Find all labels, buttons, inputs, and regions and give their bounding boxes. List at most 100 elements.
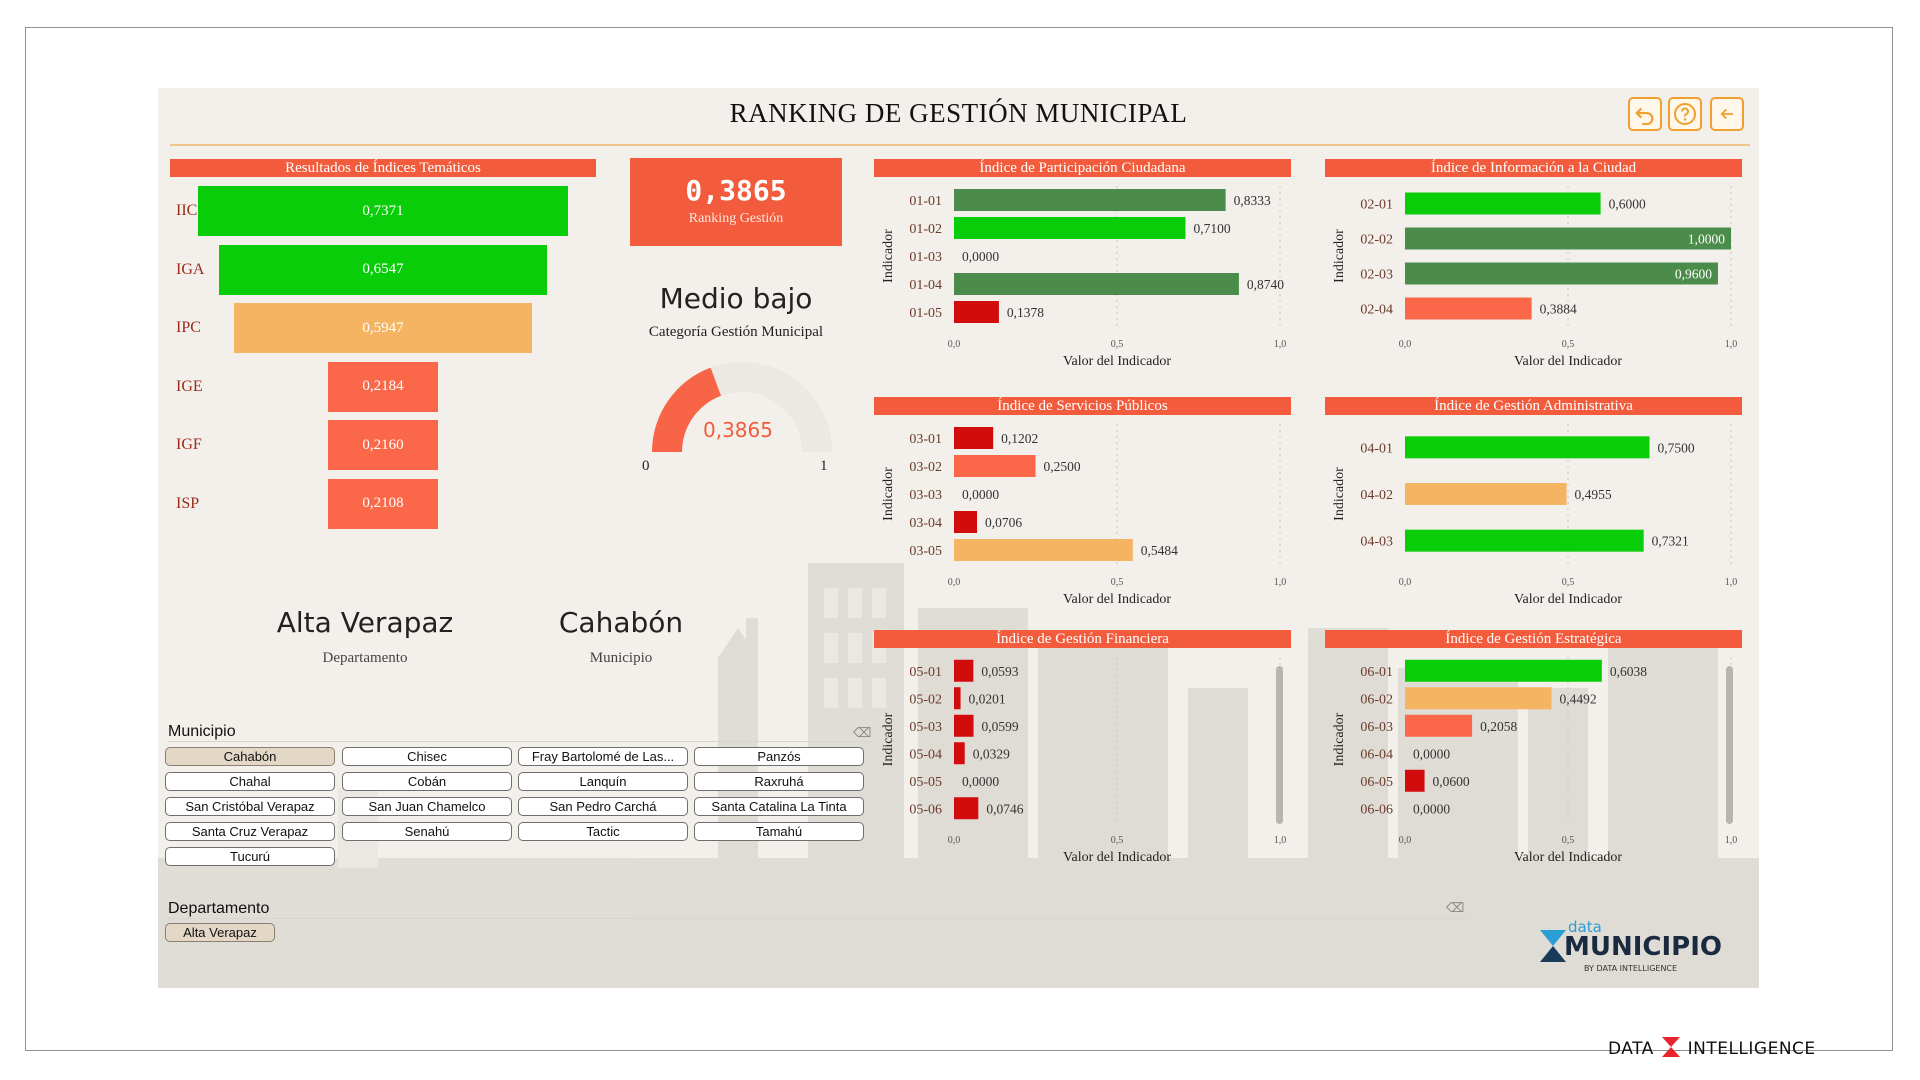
data-label-06-03: 0,2058	[1480, 719, 1517, 734]
category-tick: 03-03	[909, 488, 942, 503]
reset-button[interactable]	[1628, 97, 1662, 131]
chart-indice-de-servicios-publicos: Indicador 03-01 0,1202 03-02 0,2500 03-03 0,00…	[874, 414, 1291, 629]
municipio-clear-icon[interactable]: ⌫	[853, 725, 871, 741]
data-label-03-02: 0,2500	[1044, 459, 1081, 474]
municipio-option[interactable]: San Cristóbal Verapaz	[165, 797, 335, 816]
municipio-option[interactable]: Santa Catalina La Tinta	[694, 797, 864, 816]
back-button[interactable]	[1710, 97, 1744, 131]
financial-chart-scrollbar[interactable]	[1276, 666, 1283, 824]
bar-03-04[interactable]	[954, 511, 978, 533]
category-tick: 01-02	[909, 222, 942, 237]
data-label-01-02: 0,7100	[1193, 221, 1230, 236]
category-tick: 05-04	[909, 747, 942, 762]
data-label-01-05: 0,1378	[1007, 305, 1044, 320]
bar-04-01[interactable]	[1405, 436, 1650, 459]
bar-05-04[interactable]	[954, 742, 965, 765]
data-label-03-04: 0,0706	[985, 515, 1022, 530]
bar-06-03[interactable]	[1405, 714, 1473, 737]
x-tick: 0,5	[1562, 835, 1575, 846]
x-tick: 0,5	[1111, 577, 1124, 588]
municipio-option[interactable]: Tactic	[518, 822, 688, 841]
bar-06-01[interactable]	[1405, 659, 1602, 682]
departamento-slicer-title: Departamento	[168, 900, 270, 917]
department-name: Alta Verapaz	[276, 606, 454, 639]
y-axis-label: Indicador	[881, 467, 896, 521]
x-axis-label: Valor del Indicador	[1514, 354, 1622, 369]
back-arrow-icon	[1720, 108, 1733, 120]
bar-02-01[interactable]	[1405, 192, 1601, 215]
bar-06-02[interactable]	[1405, 687, 1552, 710]
bar-05-01[interactable]	[954, 659, 974, 682]
bar-03-01[interactable]	[954, 427, 994, 449]
municipio-option[interactable]: Chahal	[165, 772, 335, 791]
strategic-chart-scrollbar[interactable]	[1726, 666, 1733, 824]
municipio-option[interactable]: San Juan Chamelco	[342, 797, 512, 816]
category-tick: 01-05	[909, 306, 942, 321]
funnel-bar-iic[interactable]: 0,7371	[198, 186, 568, 236]
help-button[interactable]	[1668, 97, 1702, 131]
category-tick: 03-02	[909, 460, 942, 475]
bar-02-02[interactable]	[1405, 227, 1731, 250]
gauge-min-label: 0	[642, 458, 650, 474]
bar-02-03[interactable]	[1405, 262, 1718, 285]
municipio-option[interactable]: Lanquín	[518, 772, 688, 791]
municipio-option[interactable]: Fray Bartolomé de Las...	[518, 747, 688, 766]
municipio-option[interactable]: Tamahú	[694, 822, 864, 841]
y-axis-label: Indicador	[1332, 229, 1347, 283]
municipio-option[interactable]: Cobán	[342, 772, 512, 791]
x-tick: 1,0	[1725, 577, 1738, 588]
municipio-option[interactable]: Santa Cruz Verapaz	[165, 822, 335, 841]
chart-indice-de-informacion-a-la-ciudad: Indicador 02-01 0,6000 02-02 1,0000 02-03 0,96…	[1325, 176, 1742, 391]
funnel-label-isp: ISP	[176, 494, 200, 512]
bar-05-03[interactable]	[954, 714, 974, 737]
title-divider	[170, 144, 1750, 146]
data-label-04-02: 0,4955	[1575, 487, 1612, 502]
category-tick: 05-05	[909, 775, 942, 790]
funnel-label-ige: IGE	[176, 377, 203, 395]
data-label-05-05: 0,0000	[962, 774, 999, 789]
data-label-06-01: 0,6038	[1610, 664, 1647, 679]
data-label-04-01: 0,7500	[1658, 440, 1695, 455]
x-tick: 0,0	[948, 339, 961, 350]
funnel-bar-iga[interactable]: 0,6547	[218, 244, 548, 295]
category-tick: 01-04	[909, 278, 942, 293]
bar-01-02[interactable]	[954, 217, 1186, 239]
bar-05-02[interactable]	[954, 687, 961, 710]
municipio-option[interactable]: Chisec	[342, 747, 512, 766]
data-label-01-01: 0,8333	[1234, 193, 1271, 208]
funnel-bar-ige[interactable]: 0,2184	[328, 361, 438, 412]
municipio-option[interactable]: San Pedro Carchá	[518, 797, 688, 816]
municipio-option[interactable]: Tucurú	[165, 847, 335, 866]
departamento-clear-icon[interactable]: ⌫	[1446, 900, 1464, 916]
bar-03-02[interactable]	[954, 455, 1036, 477]
departamento-option[interactable]: Alta Verapaz	[165, 923, 275, 942]
chart-header-indice-de-informacion-a-la-ciudad: Índice de Información a la Ciudad	[1325, 159, 1742, 177]
data-label-02-01: 0,6000	[1609, 197, 1646, 212]
funnel-label-ipc: IPC	[176, 319, 201, 336]
category-tick: 05-06	[909, 802, 942, 817]
x-tick: 1,0	[1725, 339, 1738, 350]
y-axis-label: Indicador	[1332, 712, 1347, 766]
municipality-name: Cahabón	[558, 606, 684, 639]
bar-01-05[interactable]	[954, 301, 999, 323]
category-tick: 06-06	[1360, 802, 1393, 817]
funnel-bar-isp[interactable]: 0,2108	[328, 478, 438, 529]
bar-02-04[interactable]	[1405, 297, 1532, 320]
municipio-option[interactable]: Cahabón	[165, 747, 335, 766]
municipio-option[interactable]: Senahú	[342, 822, 512, 841]
bar-04-02[interactable]	[1405, 483, 1567, 505]
bar-01-01[interactable]	[954, 189, 1226, 211]
bar-05-06[interactable]	[954, 797, 979, 820]
bar-01-04[interactable]	[954, 273, 1239, 295]
bar-04-03[interactable]	[1405, 529, 1644, 552]
help-icon	[1674, 103, 1696, 125]
bar-03-05[interactable]	[954, 539, 1133, 561]
municipio-option[interactable]: Panzós	[694, 747, 864, 766]
x-axis-label: Valor del Indicador	[1063, 354, 1171, 369]
funnel-bar-igf[interactable]: 0,2160	[328, 420, 438, 470]
funnel-bar-ipc[interactable]: 0,5947	[233, 303, 533, 353]
bar-06-05[interactable]	[1405, 769, 1425, 792]
municipio-option[interactable]: Raxruhá	[694, 772, 864, 791]
category-tick: 06-03	[1360, 720, 1393, 735]
x-tick: 0,0	[1399, 577, 1412, 588]
